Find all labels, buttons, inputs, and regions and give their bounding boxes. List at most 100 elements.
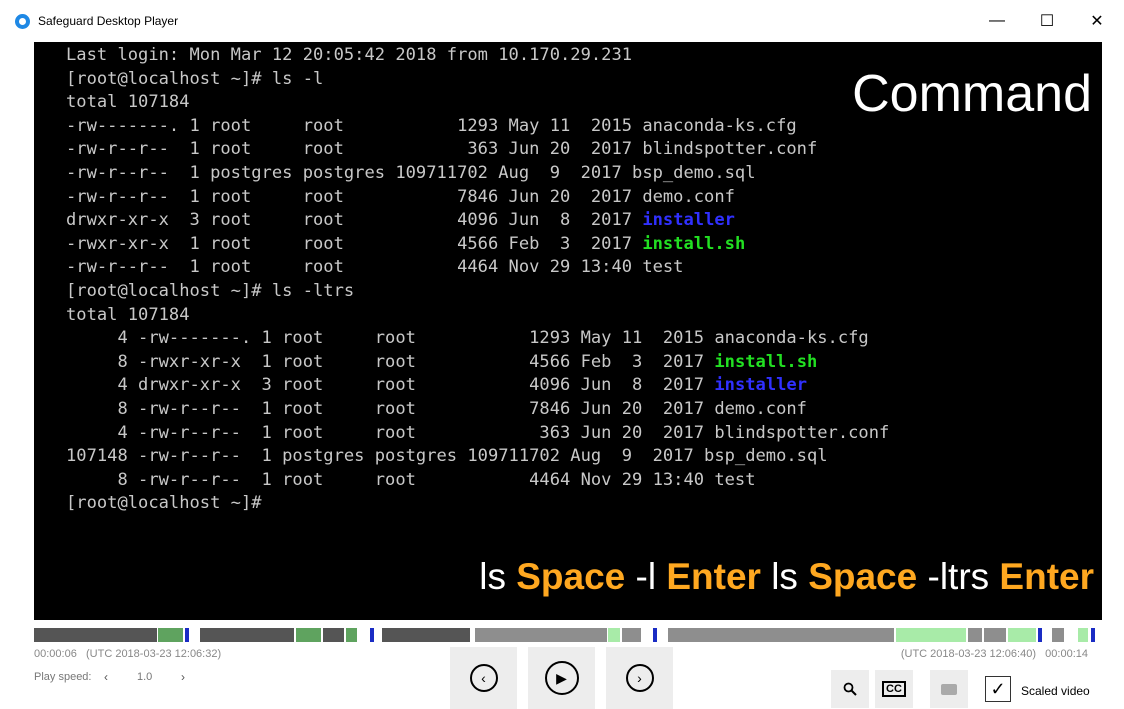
rewind-icon: ‹ xyxy=(469,664,498,692)
app-logo-icon xyxy=(15,14,30,29)
command-text: -ltrs xyxy=(917,556,1000,597)
minimize-icon: — xyxy=(989,12,1005,29)
terminal-line: 4 -rw-r--r-- 1 root root 363 Jun 20 2017… xyxy=(66,422,889,446)
terminal-text: 4 drwxr-xr-x 3 root root 4096 Jun 8 2017 xyxy=(66,375,715,396)
key-highlight: Space xyxy=(516,556,626,597)
subtitles-icon xyxy=(941,683,957,695)
closed-captions-button[interactable]: CC xyxy=(875,670,913,708)
terminal-line: -rwxr-xr-x 1 root root 4566 Feb 3 2017 i… xyxy=(66,233,889,257)
timeline-segment xyxy=(608,628,620,642)
terminal-line: total 107184 xyxy=(66,91,889,115)
terminal-line: -rw-r--r-- 1 postgres postgres 109711702… xyxy=(66,162,889,186)
timeline-marker xyxy=(1038,628,1042,642)
executable-name: install.sh xyxy=(714,351,818,372)
close-icon: ✕ xyxy=(1090,13,1104,30)
terminal-line: -rw-r--r-- 1 root root 363 Jun 20 2017 b… xyxy=(66,138,889,162)
key-highlight: Enter xyxy=(666,556,761,597)
timeline-segment xyxy=(200,628,294,642)
command-text: ls xyxy=(760,556,809,597)
directory-name: installer xyxy=(714,375,807,396)
close-button[interactable]: ✕ xyxy=(1074,4,1120,38)
timeline-marker xyxy=(653,628,657,642)
terminal-text: 8 -rw-r--r-- 1 root root 7846 Jun 20 201… xyxy=(66,398,807,419)
terminal-text: 4 -rw-r--r-- 1 root root 363 Jun 20 2017… xyxy=(66,422,890,443)
maximize-button[interactable]: ☐ xyxy=(1024,4,1070,38)
terminal-line: 4 -rw-------. 1 root root 1293 May 11 20… xyxy=(66,327,889,351)
terminal-line: [root@localhost ~]# xyxy=(66,492,889,516)
executable-name: install.sh xyxy=(642,233,746,254)
play-speed-label: Play speed: xyxy=(34,671,92,683)
rewind-button[interactable]: ‹ xyxy=(450,647,517,709)
timeline-segment xyxy=(896,628,966,642)
timeline-segment xyxy=(475,628,607,642)
start-utc: (UTC 2018-03-23 12:06:32) xyxy=(86,648,222,660)
terminal-line: total 107184 xyxy=(66,304,889,328)
terminal-text: total 107184 xyxy=(66,304,190,325)
timeline-marker xyxy=(370,628,374,642)
minimize-button[interactable]: — xyxy=(974,4,1020,38)
terminal-line: [root@localhost ~]# ls -ltrs xyxy=(66,280,889,304)
window-title: Safeguard Desktop Player xyxy=(38,14,179,28)
command-text: -l xyxy=(625,556,667,597)
terminal-output: Last login: Mon Mar 12 20:05:42 2018 fro… xyxy=(66,44,889,516)
terminal-text: 4 -rw-------. 1 root root 1293 May 11 20… xyxy=(66,328,869,349)
terminal-line: 8 -rw-r--r-- 1 root root 7846 Jun 20 201… xyxy=(66,398,889,422)
timeline-segment xyxy=(323,628,344,642)
end-utc: (UTC 2018-03-23 12:06:40) xyxy=(900,648,1036,660)
terminal-line: 107148 -rw-r--r-- 1 postgres postgres 10… xyxy=(66,445,889,469)
play-button[interactable]: ▶ xyxy=(528,647,595,709)
search-button[interactable] xyxy=(831,670,869,708)
terminal-text: [root@localhost ~]# xyxy=(66,493,262,514)
terminal-line: drwxr-xr-x 3 root root 4096 Jun 8 2017 i… xyxy=(66,209,889,233)
playback-timeline[interactable] xyxy=(34,626,1102,644)
terminal-line: [root@localhost ~]# ls -l xyxy=(66,68,889,92)
speed-increase-button[interactable]: › xyxy=(181,670,185,684)
terminal-line: -rw-r--r-- 1 root root 7846 Jun 20 2017 … xyxy=(66,186,889,210)
terminal-text: -rw-r--r-- 1 root root 7846 Jun 20 2017 … xyxy=(66,186,735,207)
checkmark-icon: ✓ xyxy=(990,678,1006,699)
terminal-text: drwxr-xr-x 3 root root 4096 Jun 8 2017 xyxy=(66,210,643,231)
timeline-segment xyxy=(1008,628,1036,642)
terminal-text: Last login: Mon Mar 12 20:05:42 2018 fro… xyxy=(66,45,633,65)
terminal-text: -rw-r--r-- 1 postgres postgres 109711702… xyxy=(66,162,756,183)
terminal-text: -rw-r--r-- 1 root root 4464 Nov 29 13:40… xyxy=(66,257,684,278)
key-highlight: Enter xyxy=(999,556,1094,597)
terminal-text: -rwxr-xr-x 1 root root 4566 Feb 3 2017 xyxy=(66,233,643,254)
elapsed-time-info: 00:00:06 (UTC 2018-03-23 12:06:32) xyxy=(34,648,221,660)
timeline-marker xyxy=(1091,628,1095,642)
forward-icon: › xyxy=(625,664,654,692)
subtitles-button[interactable] xyxy=(930,670,968,708)
play-icon: ▶ xyxy=(544,661,579,695)
closed-captions-icon: CC xyxy=(882,681,906,697)
terminal-text: [root@localhost ~]# ls -l xyxy=(66,68,324,89)
terminal-line: -rw-r--r-- 1 root root 4464 Nov 29 13:40… xyxy=(66,256,889,280)
elapsed-time: 00:00:06 xyxy=(34,648,77,660)
directory-name: installer xyxy=(642,210,735,231)
playhead[interactable] xyxy=(470,626,474,644)
timeline-segment xyxy=(346,628,357,642)
total-time-info: (UTC 2018-03-23 12:06:40) 00:00:14 xyxy=(901,648,1088,660)
timeline-segment xyxy=(1078,628,1088,642)
search-icon xyxy=(843,682,857,696)
maximize-icon: ☐ xyxy=(1039,13,1055,30)
terminal-text: -rw-------. 1 root root 1293 May 11 2015… xyxy=(66,115,797,136)
timeline-segment xyxy=(1052,628,1064,642)
terminal-line: -rw-------. 1 root root 1293 May 11 2015… xyxy=(66,115,889,139)
title-bar: Safeguard Desktop Player — ☐ ✕ xyxy=(0,0,1124,42)
speed-decrease-button[interactable]: ‹ xyxy=(104,670,108,684)
timeline-segment xyxy=(296,628,321,642)
timeline-marker xyxy=(185,628,189,642)
scaled-video-checkbox[interactable]: ✓ xyxy=(985,676,1011,702)
terminal-line: 4 drwxr-xr-x 3 root root 4096 Jun 8 2017… xyxy=(66,374,889,398)
terminal-text: 8 -rw-r--r-- 1 root root 4464 Nov 29 13:… xyxy=(66,469,756,490)
key-highlight: Space xyxy=(808,556,918,597)
terminal-video[interactable]: Last login: Mon Mar 12 20:05:42 2018 fro… xyxy=(34,42,1102,620)
terminal-text: [root@localhost ~]# ls -ltrs xyxy=(66,280,355,301)
overlay-keystrokes: ls Space -l Enter ls Space -ltrs Enter xyxy=(479,556,1094,598)
timeline-segment xyxy=(984,628,1006,642)
overlay-title: Command xyxy=(852,65,1092,123)
terminal-line: 8 -rwxr-xr-x 1 root root 4566 Feb 3 2017… xyxy=(66,351,889,375)
timeline-segment xyxy=(668,628,894,642)
terminal-text: -rw-r--r-- 1 root root 363 Jun 20 2017 b… xyxy=(66,139,818,160)
forward-button[interactable]: › xyxy=(606,647,673,709)
